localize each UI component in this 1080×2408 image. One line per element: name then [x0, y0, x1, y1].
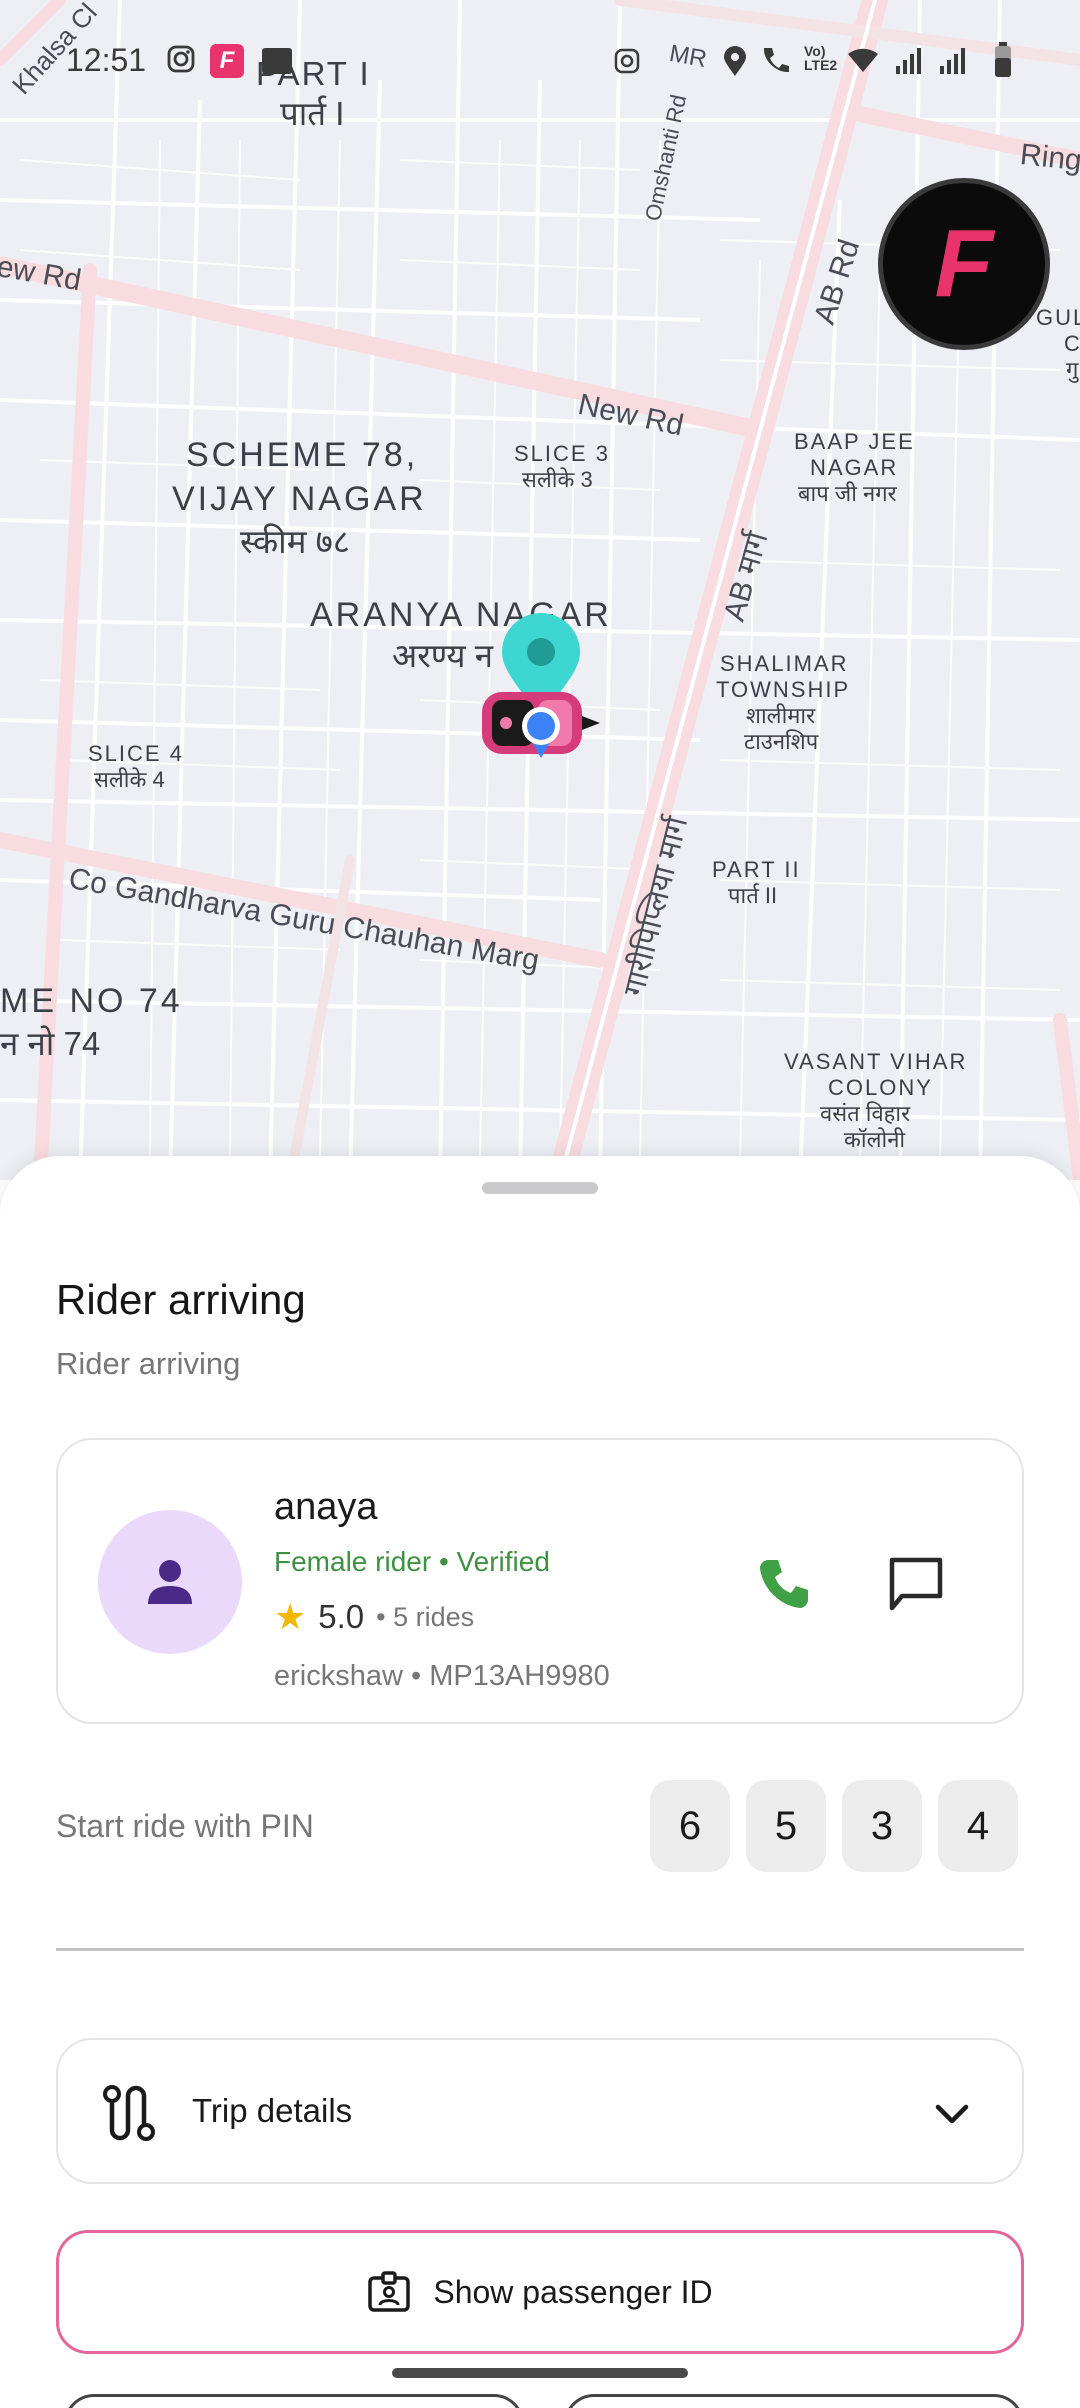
current-location-icon	[522, 707, 560, 758]
bottom-action-left[interactable]	[64, 2394, 524, 2408]
map-label-scheme74: ME NO 74	[0, 982, 183, 1020]
map-label-slice4-hi: सलीके 4	[94, 767, 165, 792]
map-label-slice3-hi: सलीके 3	[522, 467, 593, 492]
map-label-gul: GUL	[1036, 305, 1080, 330]
map-label-gul-c: C	[1064, 331, 1080, 356]
sheet-drag-handle[interactable]	[482, 1182, 598, 1194]
map-label-baapjee: BAAP JEE	[794, 429, 915, 454]
sheet-title: Rider arriving	[56, 1276, 306, 1323]
road-label-ring: Ring	[1018, 138, 1080, 178]
trip-details-toggle[interactable]: Trip details	[56, 2038, 1024, 2184]
call-button[interactable]	[752, 1552, 816, 1616]
instagram-icon	[614, 48, 640, 74]
notification-icon	[262, 48, 292, 74]
id-badge-icon	[368, 2271, 411, 2312]
map-label-aranya-hi: अरण्य न	[392, 637, 494, 674]
map-label-colony-hi: कॉलोनी	[844, 1127, 906, 1152]
message-button[interactable]	[884, 1552, 948, 1616]
map-label-baapjee-hi: बाप जी नगर	[798, 481, 897, 506]
instagram-icon	[167, 45, 195, 73]
wifi-call-icon	[763, 48, 789, 73]
section-divider	[56, 1948, 1024, 1951]
star-icon: ★	[274, 1596, 307, 1637]
brand-app-button[interactable]: F	[878, 178, 1050, 350]
chevron-down-icon	[935, 2104, 969, 2124]
signal-icon-2	[940, 48, 965, 74]
person-icon	[148, 1560, 192, 1604]
avatar	[98, 1510, 242, 1654]
map-label-scheme74-hi: न नो 74	[0, 1025, 101, 1062]
battery-icon	[995, 42, 1011, 77]
route-icon	[103, 2085, 155, 2141]
map-label-slice4: SLICE 4	[88, 741, 184, 766]
vehicle-info: erickshaw • MP13AH9980	[274, 1660, 610, 1692]
show-passenger-id-button[interactable]: Show passenger ID	[56, 2230, 1024, 2354]
map-view[interactable]: PART I पार्त I SCHEME 78, VIJAY NAGAR स्…	[0, 0, 1080, 1180]
sheet-subtitle: Rider arriving	[56, 1346, 241, 1381]
map-label-baapjee-nagar: NAGAR	[810, 455, 899, 480]
pin-label: Start ride with PIN	[56, 1808, 314, 1844]
rider-name: anaya	[274, 1486, 378, 1528]
rating-value: 5.0	[318, 1598, 365, 1635]
pin-digit-3: 3	[842, 1780, 922, 1872]
status-time: 12:51	[66, 42, 147, 78]
map-label-shalimar-hi: शालीमार	[746, 703, 816, 728]
gesture-nav-bar[interactable]	[392, 2368, 688, 2378]
map-label-gul-hi: गु	[1066, 357, 1079, 382]
map-label-township-hi: टाउनशिप	[744, 729, 819, 754]
volte-icon: Vo) LTE2	[804, 43, 838, 73]
map-label-part2-hi: पार्त II	[728, 883, 778, 908]
wifi-icon	[848, 48, 878, 72]
pin-digit-2: 5	[746, 1780, 826, 1872]
map-label-colony: COLONY	[828, 1075, 933, 1100]
phone-icon	[760, 1560, 808, 1608]
bottom-action-right[interactable]	[564, 2394, 1024, 2408]
map-label-part2: PART II	[712, 857, 801, 882]
show-passenger-id-label: Show passenger ID	[433, 2273, 713, 2310]
signal-icon	[896, 48, 921, 74]
location-icon	[724, 46, 746, 76]
map-label-scheme78: SCHEME 78,	[186, 436, 419, 474]
map-label-scheme78-hi: स्कीम ७८	[240, 523, 350, 560]
map-label-township: TOWNSHIP	[716, 677, 851, 702]
map-label-shalimar: SHALIMAR	[720, 651, 849, 676]
map-label-vasant-vihar: VASANT VIHAR	[784, 1049, 968, 1074]
pin-digit-4: 4	[938, 1780, 1018, 1872]
rider-card: anaya Female rider • Verified ★ 5.0 • 5 …	[56, 1438, 1024, 1724]
map-label-part1-hi: पार्त I	[280, 95, 345, 132]
rides-count: • 5 rides	[376, 1601, 475, 1632]
chat-icon	[889, 1557, 943, 1611]
pin-digit-1: 6	[650, 1780, 730, 1872]
map-label-vasant-hi: वसंत विहार	[820, 1101, 911, 1126]
rider-verified-status: Female rider • Verified	[274, 1546, 550, 1577]
map-label-slice3: SLICE 3	[514, 441, 610, 466]
brand-f-icon: F	[934, 210, 994, 317]
rider-rating: ★ 5.0 • 5 rides	[274, 1598, 474, 1636]
trip-details-label: Trip details	[192, 2092, 353, 2129]
ride-status-sheet: Rider arriving Rider arriving anaya Fema…	[0, 1156, 1080, 2408]
map-label-vijay-nagar: VIJAY NAGAR	[172, 480, 427, 518]
app-f-icon: F	[210, 44, 244, 78]
